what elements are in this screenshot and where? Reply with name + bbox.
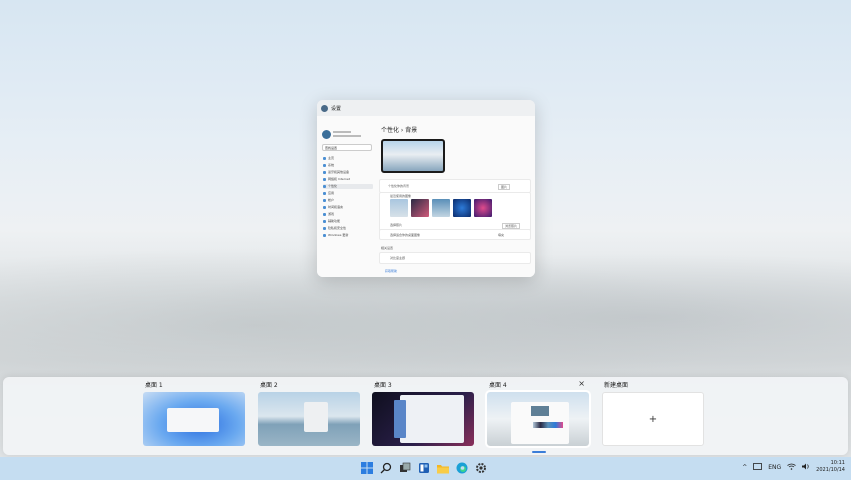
related-settings-heading: 相关设置 [381, 246, 394, 250]
desktop-label: 新建桌面 [604, 382, 629, 389]
sidebar-item-system[interactable]: 系统 [323, 163, 373, 168]
desktop-label: 桌面 1 [145, 382, 163, 389]
sidebar-item-privacy[interactable]: 隐私和安全性 [323, 226, 373, 231]
background-type-select[interactable]: 图片 [498, 184, 511, 190]
window-title: 设置 [331, 105, 342, 112]
widgets-icon[interactable] [417, 461, 431, 475]
settings-app-icon [321, 104, 328, 112]
settings-content: 查找设置 主页 系统 蓝牙和其他设备 网络和 Internet 个性化 应用 帐… [317, 116, 535, 277]
clock[interactable]: 10:11 2021/10/14 [816, 460, 845, 474]
sidebar-item-gaming[interactable]: 游戏 [323, 212, 373, 217]
desktop-3-preview[interactable] [372, 392, 474, 446]
recent-image-3[interactable] [432, 199, 450, 217]
desktop-2-preview[interactable] [258, 392, 360, 446]
sidebar-item-apps[interactable]: 应用 [323, 191, 373, 196]
window-title-bar[interactable]: 设置 [317, 100, 535, 116]
clock-time: 10:11 [830, 460, 845, 466]
close-icon[interactable]: × [578, 379, 585, 388]
chevron-up-icon[interactable]: ^ [742, 464, 747, 471]
edge-icon[interactable] [455, 461, 469, 475]
contrast-themes-row[interactable]: 对比度主题 [379, 252, 531, 264]
desktop-2[interactable]: 桌面 2 [258, 380, 366, 446]
desktop-4-preview[interactable] [485, 390, 591, 448]
system-tray: ^ ENG 10:11 2021/10/14 [742, 460, 845, 474]
network-status-icon[interactable] [753, 462, 763, 472]
active-indicator [532, 451, 546, 453]
sidebar-item-time-language[interactable]: 时间和语言 [323, 205, 373, 210]
sidebar-item-accessibility[interactable]: 辅助功能 [323, 219, 373, 224]
settings-icon[interactable] [474, 461, 488, 475]
breadcrumb: 个性化 › 背景 [381, 127, 418, 134]
clock-date: 2021/10/14 [816, 467, 845, 473]
virtual-desktops-strip: 桌面 1 桌面 2 桌面 3 桌面 4 × 新建桌面 + [3, 377, 848, 455]
wifi-icon[interactable] [787, 463, 796, 472]
sidebar-item-personalization[interactable]: 个性化 [323, 184, 373, 189]
volume-icon[interactable] [802, 463, 810, 472]
desktop-label: 桌面 3 [374, 382, 392, 389]
background-preview [381, 139, 445, 173]
new-desktop[interactable]: 新建桌面 + [602, 380, 710, 446]
settings-sidebar: 查找设置 主页 系统 蓝牙和其他设备 网络和 Internet 个性化 应用 帐… [319, 118, 377, 277]
recent-image-5[interactable] [474, 199, 492, 217]
recent-image-4[interactable] [453, 199, 471, 217]
settings-window-preview[interactable]: 设置 查找设置 主页 系统 蓝牙和其他设备 网络和 Internet 个性化 应… [317, 100, 535, 277]
desktop-label: 桌面 2 [260, 382, 278, 389]
settings-search-input[interactable]: 查找设置 [322, 144, 372, 151]
search-icon[interactable] [379, 461, 393, 475]
language-indicator[interactable]: ENG [768, 464, 781, 471]
new-desktop-button[interactable]: + [602, 392, 704, 446]
desktop-1-preview[interactable] [143, 392, 245, 446]
desktop-4[interactable]: 桌面 4 × [485, 379, 595, 448]
plus-icon: + [648, 413, 658, 425]
fit-select[interactable]: 填充 [498, 233, 504, 237]
start-icon[interactable] [360, 461, 374, 475]
desktop-3[interactable]: 桌面 3 [372, 380, 480, 446]
task-view-icon[interactable] [398, 461, 412, 475]
get-help-link[interactable]: 获取帮助 [385, 269, 397, 273]
fit-row[interactable]: 选择适合你的桌面图像 填充 [379, 229, 531, 240]
avatar[interactable] [322, 130, 331, 139]
recent-image-1[interactable] [390, 199, 408, 217]
background-type-row[interactable]: 个性化你的背景 图片 [379, 179, 531, 193]
desktop-1[interactable]: 桌面 1 [143, 380, 251, 446]
sidebar-item-home[interactable]: 主页 [323, 156, 373, 161]
taskbar: ^ ENG 10:11 2021/10/14 [0, 457, 851, 480]
sidebar-item-windows-update[interactable]: Windows 更新 [323, 233, 373, 238]
file-explorer-icon[interactable] [436, 461, 450, 475]
sidebar-item-accounts[interactable]: 帐户 [323, 198, 373, 203]
sidebar-item-network[interactable]: 网络和 Internet [323, 177, 373, 182]
recent-image-2[interactable] [411, 199, 429, 217]
sidebar-item-bluetooth[interactable]: 蓝牙和其他设备 [323, 170, 373, 175]
